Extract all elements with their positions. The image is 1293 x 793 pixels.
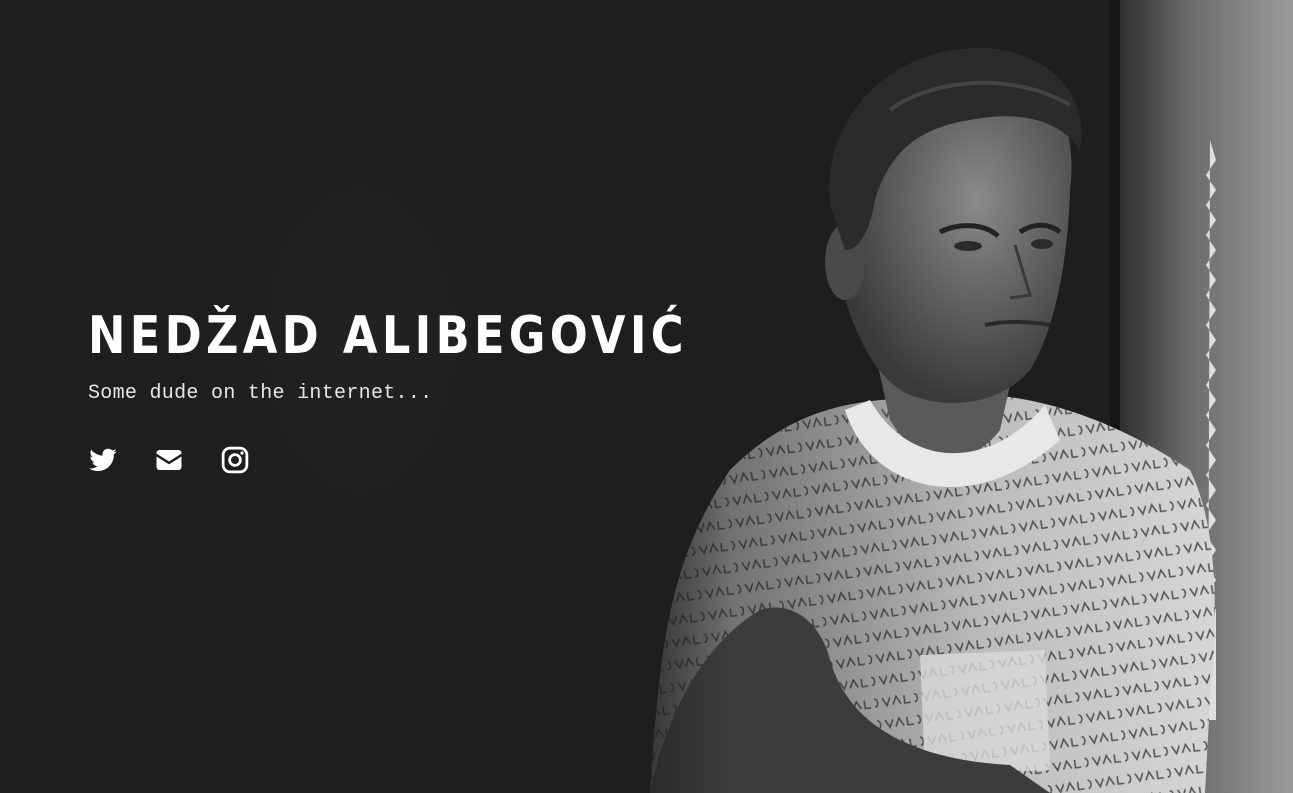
twitter-link[interactable] [88,445,118,475]
page-title: NEDŽAD ALIBEGOVIĆ [88,306,688,366]
social-links [88,445,786,475]
instagram-icon [221,446,249,474]
intro-content: NEDŽAD ALIBEGOVIĆ Some dude on the inter… [88,306,786,475]
hero-section: NEDŽAD ALIBEGOVIĆ Some dude on the inter… [0,0,1293,793]
envelope-icon [156,450,182,470]
email-link[interactable] [154,445,184,475]
twitter-icon [89,448,117,471]
tagline: Some dude on the internet... [88,382,433,405]
instagram-link[interactable] [220,445,250,475]
